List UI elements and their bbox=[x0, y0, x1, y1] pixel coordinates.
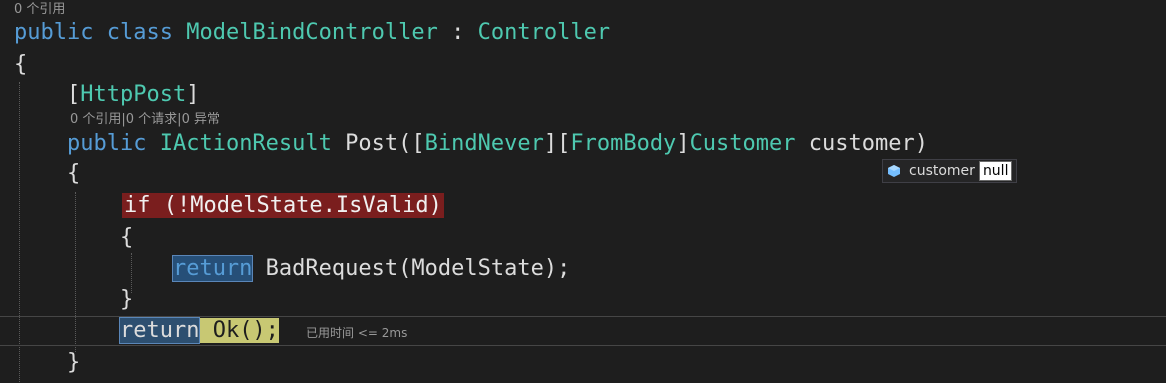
parameter-type: Customer bbox=[689, 131, 796, 156]
code-line-class-open-brace[interactable]: { bbox=[14, 50, 27, 80]
current-statement-return[interactable]: return bbox=[118, 317, 201, 344]
code-line-if-close-brace[interactable]: } bbox=[14, 285, 133, 315]
code-line-return-ok[interactable]: return Ok(); bbox=[14, 316, 279, 346]
parameter-name: customer) bbox=[795, 131, 928, 156]
code-line-if-open-brace[interactable]: { bbox=[14, 223, 133, 253]
perf-tip-elapsed-time[interactable]: 已用时间 <= 2ms bbox=[306, 324, 407, 341]
code-line-method-close-brace[interactable]: } bbox=[14, 348, 80, 378]
current-statement-ok-call[interactable]: Ok(); bbox=[199, 318, 279, 343]
class-name: ModelBindController bbox=[186, 20, 438, 45]
breakpoint-highlight[interactable]: if (!ModelState.IsValid) bbox=[122, 193, 444, 218]
keyword-public: public bbox=[14, 20, 94, 45]
attribute-open-bracket: [ bbox=[66, 82, 81, 107]
codelens-method-references[interactable]: 0 个引用|0 个请求|0 异常 bbox=[70, 112, 220, 128]
code-line-if-statement[interactable]: if (!ModelState.IsValid) bbox=[122, 191, 444, 221]
code-line-class-declaration[interactable]: public class ModelBindController : Contr… bbox=[14, 18, 610, 48]
signature-bracket: ][ bbox=[543, 131, 571, 156]
return-type: IActionResult bbox=[159, 131, 332, 156]
close-brace: } bbox=[119, 287, 134, 312]
badrequest-call: BadRequest(ModelState); bbox=[252, 256, 571, 281]
code-line-return-badrequest[interactable]: return BadRequest(ModelState); bbox=[14, 254, 570, 284]
code-line-method-signature[interactable]: public IActionResult Post([BindNever][Fr… bbox=[14, 129, 928, 159]
attribute-close-bracket: ] bbox=[186, 82, 200, 107]
debugger-datatip[interactable]: customer null bbox=[882, 159, 1018, 183]
attribute-httppost: HttpPost bbox=[80, 82, 187, 107]
attribute-bindnever: BindNever bbox=[424, 131, 544, 156]
colon: : bbox=[437, 20, 478, 45]
codelens-class-references[interactable]: 0 个引用 bbox=[14, 2, 65, 18]
keyword-return-highlighted[interactable]: return bbox=[171, 255, 254, 282]
datatip-value[interactable]: null bbox=[978, 161, 1013, 181]
code-line-method-open-brace[interactable]: { bbox=[14, 159, 80, 189]
attribute-frombody: FromBody bbox=[570, 131, 677, 156]
signature-bracket-close: ] bbox=[676, 131, 690, 156]
base-class-name: Controller bbox=[477, 20, 611, 45]
open-brace: { bbox=[119, 225, 134, 250]
variable-icon bbox=[887, 164, 901, 178]
close-brace: } bbox=[66, 350, 81, 375]
open-brace: { bbox=[66, 161, 81, 186]
method-signature-start: Post([ bbox=[331, 131, 425, 156]
datatip-variable-name: customer bbox=[909, 163, 975, 179]
keyword-public: public bbox=[66, 131, 147, 156]
code-line-attribute[interactable]: [HttpPost] bbox=[14, 80, 199, 110]
keyword-class: class bbox=[106, 20, 173, 45]
open-brace: { bbox=[14, 52, 28, 77]
